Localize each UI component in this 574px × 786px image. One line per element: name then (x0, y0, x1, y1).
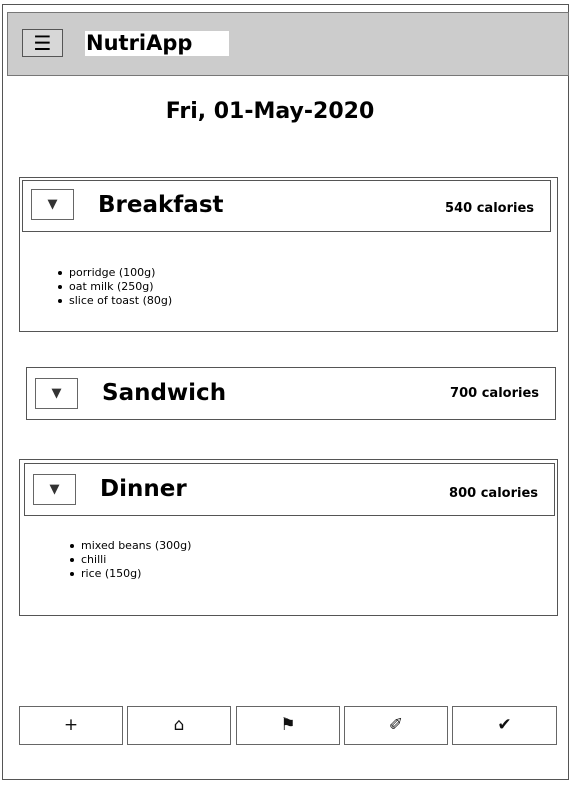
flag-icon: ⚑ (280, 715, 296, 735)
meal-card-breakfast: ▼ Breakfast 540 calories porridge (100g)… (19, 177, 558, 332)
meal-header-dinner[interactable]: ▼ Dinner 800 calories (24, 463, 555, 516)
add-button[interactable]: + (19, 706, 123, 745)
meal-header-sandwich[interactable]: ▼ Sandwich 700 calories (26, 367, 556, 420)
meal-calories: 540 calories (445, 201, 534, 216)
menu-button[interactable]: ☰ (22, 29, 63, 57)
list-item: porridge (100g) (58, 266, 172, 280)
meal-card-dinner: ▼ Dinner 800 calories mixed beans (300g)… (19, 459, 558, 616)
app-header: ☰ NutriApp (7, 12, 569, 76)
list-item: slice of toast (80g) (58, 294, 172, 308)
meal-items-list: porridge (100g) oat milk (250g) slice of… (58, 266, 172, 308)
meal-calories: 700 calories (450, 386, 539, 401)
flag-button[interactable]: ⚑ (236, 706, 340, 745)
expand-toggle-button[interactable]: ▼ (35, 378, 78, 409)
list-item: chilli (70, 553, 191, 567)
pencil-icon: ✐ (388, 715, 404, 735)
triangle-down-icon: ▼ (47, 197, 58, 212)
hamburger-menu-icon: ☰ (33, 31, 52, 55)
current-date: Fri, 01-May-2020 (165, 99, 375, 124)
expand-toggle-button[interactable]: ▼ (31, 189, 74, 220)
confirm-button[interactable]: ✔ (452, 706, 557, 745)
home-icon: ⌂ (173, 715, 185, 735)
meal-header-breakfast[interactable]: ▼ Breakfast 540 calories (22, 180, 551, 232)
triangle-down-icon: ▼ (49, 482, 60, 497)
home-button[interactable]: ⌂ (127, 706, 231, 745)
meal-name: Breakfast (98, 192, 224, 218)
list-item: mixed beans (300g) (70, 539, 191, 553)
app-title: NutriApp (85, 31, 229, 56)
bottom-toolbar: + ⌂ ⚑ ✐ ✔ (19, 706, 557, 746)
meal-name: Sandwich (102, 380, 227, 406)
check-icon: ✔ (497, 715, 512, 735)
meal-items-list: mixed beans (300g) chilli rice (150g) (70, 539, 191, 581)
expand-toggle-button[interactable]: ▼ (33, 474, 76, 505)
meal-calories: 800 calories (449, 486, 538, 501)
list-item: oat milk (250g) (58, 280, 172, 294)
edit-button[interactable]: ✐ (344, 706, 448, 745)
meal-name: Dinner (100, 476, 187, 502)
triangle-down-icon: ▼ (51, 386, 62, 401)
list-item: rice (150g) (70, 567, 191, 581)
plus-icon: + (63, 715, 79, 735)
